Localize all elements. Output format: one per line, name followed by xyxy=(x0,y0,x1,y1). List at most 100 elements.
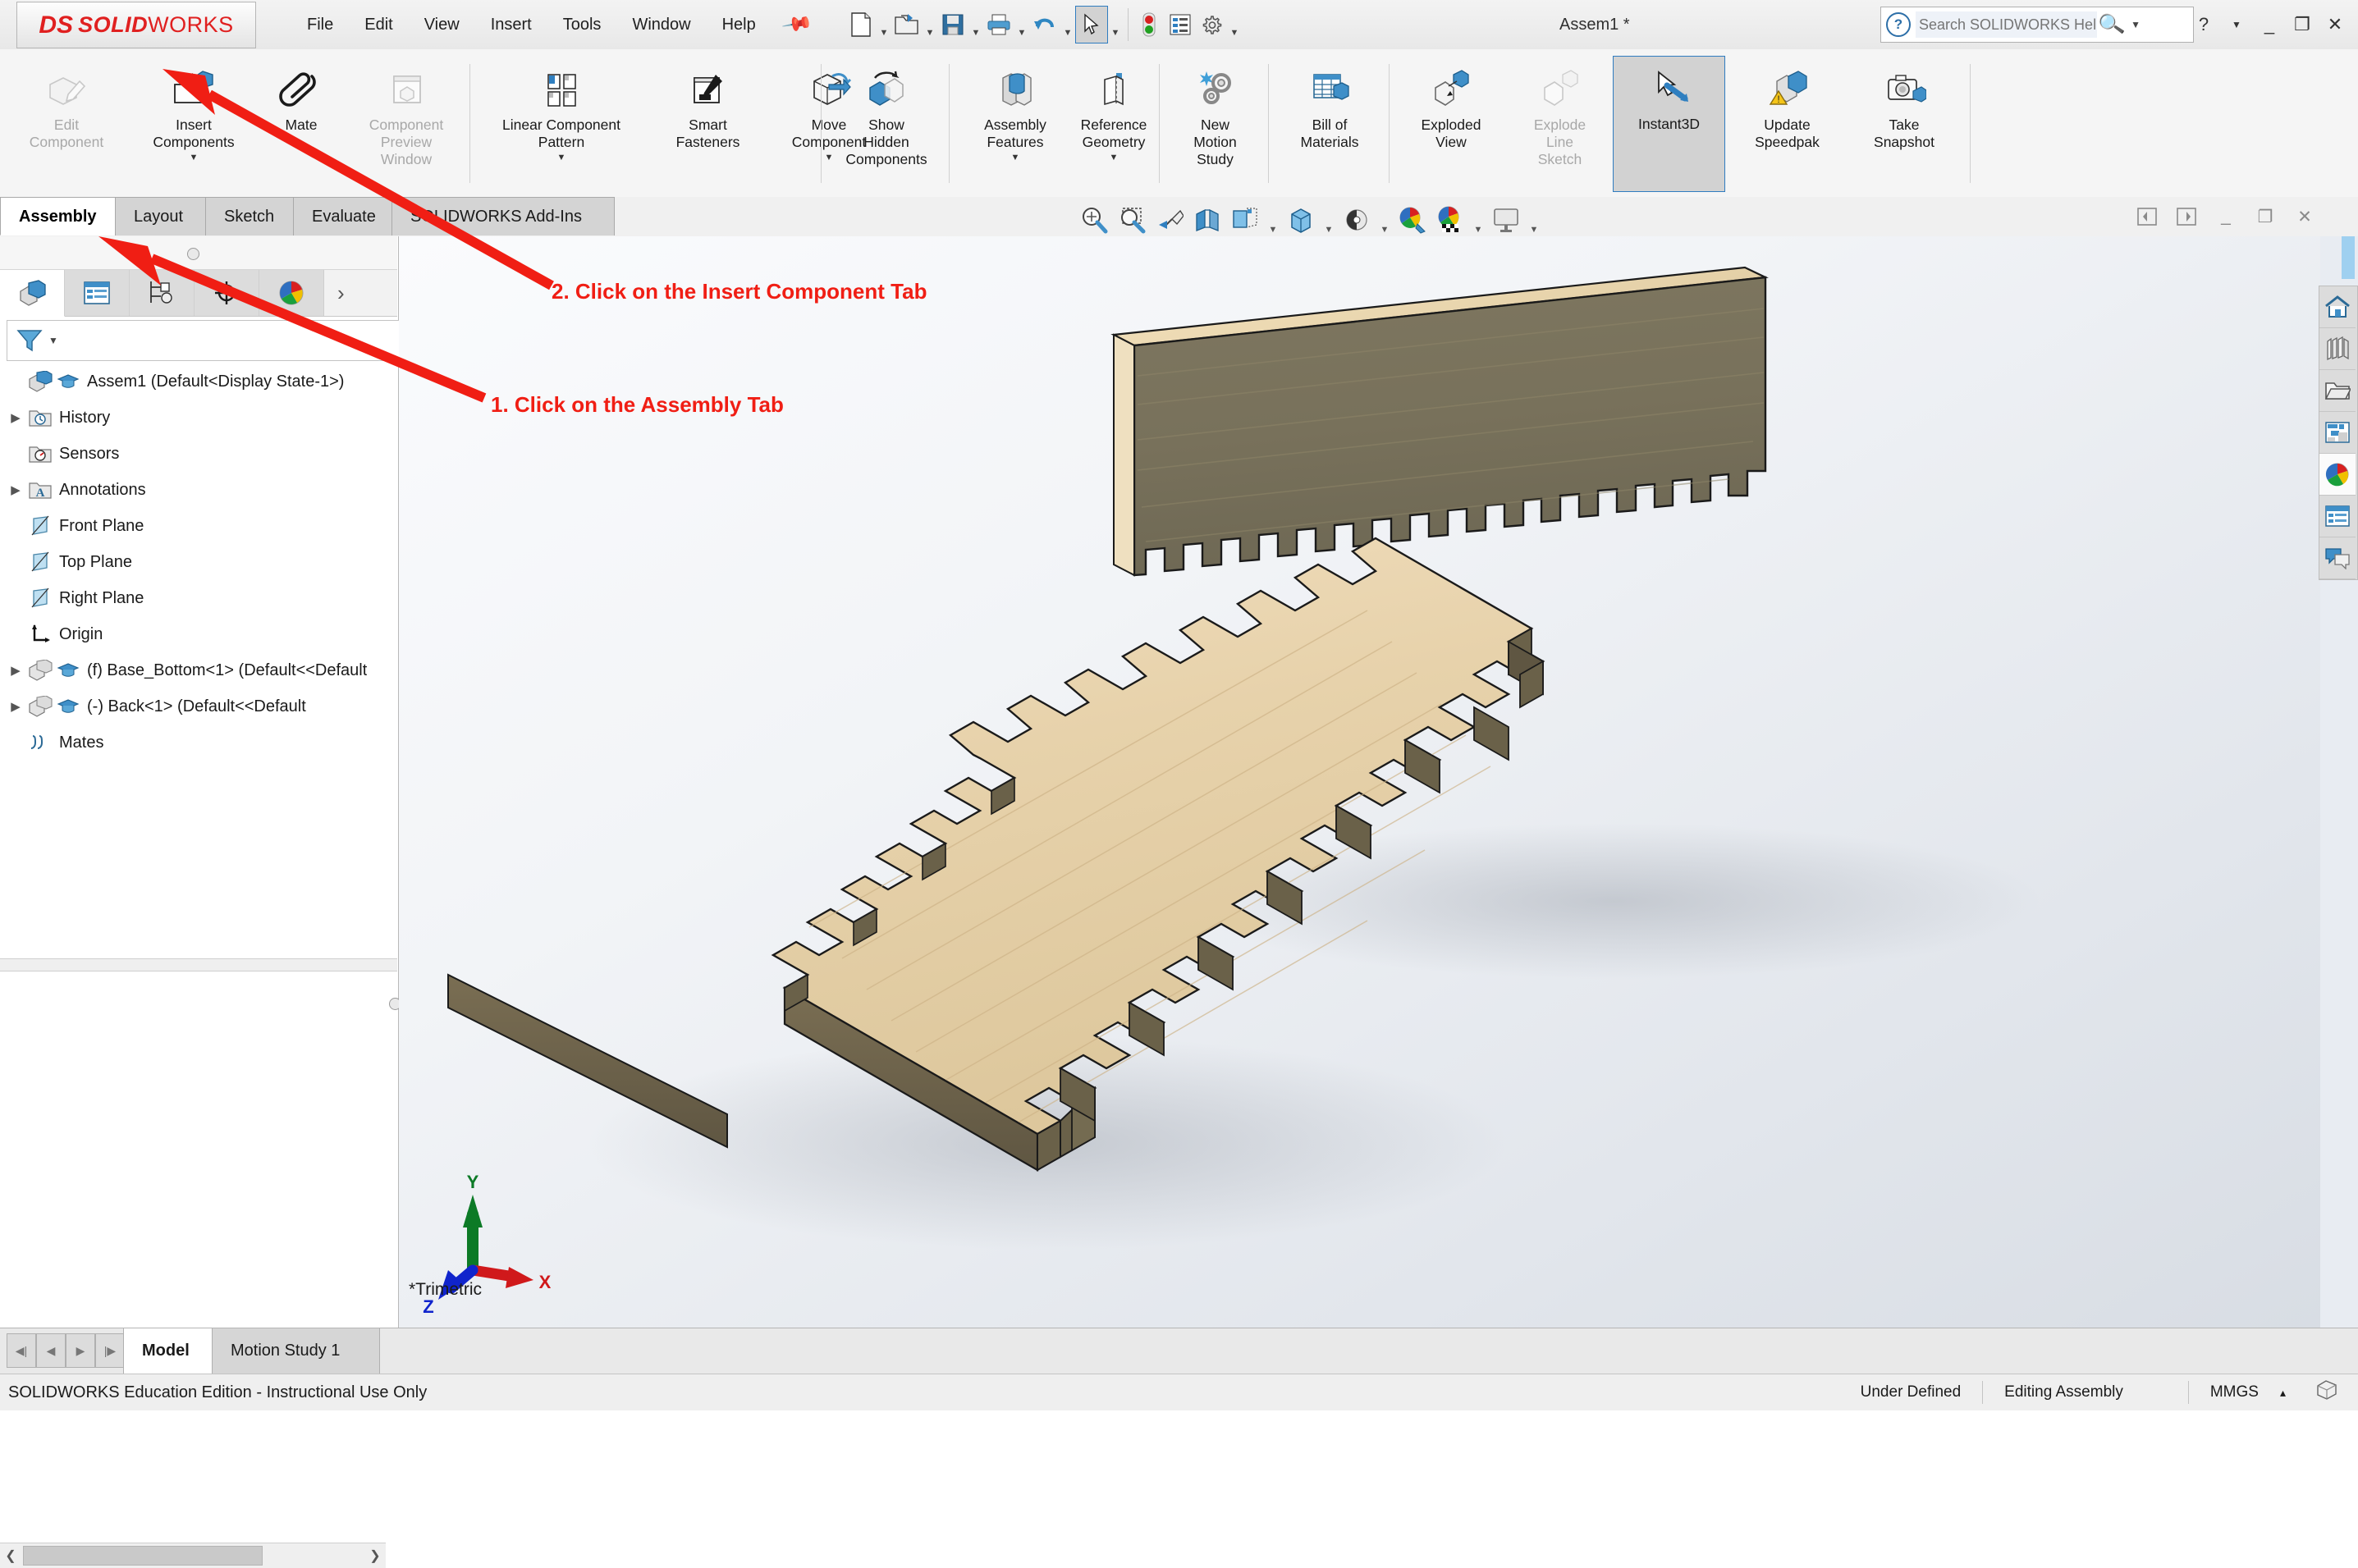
tree-filter-bar[interactable]: ▼ xyxy=(7,320,401,361)
previous-view-icon[interactable] xyxy=(1151,199,1188,241)
insert-components-caret-icon[interactable]: ▼ xyxy=(190,153,199,162)
print-caret-icon[interactable]: ▼ xyxy=(1014,2,1029,48)
update-speedpak-button[interactable]: ! Update Speedpak xyxy=(1728,57,1847,189)
property-manager-tab[interactable] xyxy=(65,270,130,316)
select-caret-icon[interactable]: ▼ xyxy=(1108,2,1123,48)
hide-show-items-caret-icon[interactable]: ▼ xyxy=(1376,192,1394,248)
tree-arrow[interactable]: ▶ xyxy=(5,699,26,714)
save-caret-icon[interactable]: ▼ xyxy=(968,2,983,48)
mate-button[interactable]: Mate xyxy=(258,57,345,189)
open-document-caret-icon[interactable]: ▼ xyxy=(923,2,937,48)
tree-item-back[interactable]: ▶ (-) Back<1> (Default<<Default xyxy=(0,688,397,725)
tree-item-sensors[interactable]: ▶ Sensors xyxy=(0,436,397,472)
select-icon[interactable] xyxy=(1075,6,1108,43)
tree-item-front-plane[interactable]: ▶ Front Plane xyxy=(0,508,397,544)
hide-show-items-icon[interactable] xyxy=(1338,199,1376,241)
linear-component-pattern-caret-icon[interactable]: ▼ xyxy=(557,153,566,162)
task-pane-scroll-indicator[interactable] xyxy=(2342,236,2355,279)
pane-left-icon[interactable] xyxy=(2131,200,2163,233)
tree-item-mates[interactable]: ▶ Mates xyxy=(0,725,397,761)
section-view-icon[interactable] xyxy=(1188,199,1226,241)
tree-item-top-plane[interactable]: ▶ Top Plane xyxy=(0,544,397,580)
close-icon[interactable]: ✕ xyxy=(2320,7,2350,42)
pane-right-icon[interactable] xyxy=(2171,200,2202,233)
minimize-icon[interactable]: _ xyxy=(2210,200,2241,233)
menu-view[interactable]: View xyxy=(409,0,475,49)
custom-properties-icon[interactable] xyxy=(2319,496,2356,537)
view-orientation-caret-icon[interactable]: ▼ xyxy=(1264,192,1282,248)
new-document-icon[interactable] xyxy=(845,7,877,43)
exploded-view-button[interactable]: Exploded View xyxy=(1394,57,1509,189)
reference-geometry-caret-icon[interactable]: ▼ xyxy=(1110,153,1119,162)
filter-caret-icon[interactable]: ▼ xyxy=(48,335,58,346)
scroll-left-icon[interactable]: ❮ xyxy=(0,1547,21,1564)
zoom-to-area-icon[interactable] xyxy=(1113,199,1151,241)
tree-item-assem1[interactable]: ▶ Assem1 (Default<Display State-1>) xyxy=(0,363,397,400)
bottom-tab-motion-study[interactable]: Motion Study 1 xyxy=(212,1328,380,1374)
undo-icon[interactable] xyxy=(1029,7,1060,43)
solidworks-forum-icon[interactable] xyxy=(2319,537,2356,579)
view-palette-icon[interactable] xyxy=(2319,412,2356,454)
search-input[interactable] xyxy=(1916,11,2097,38)
save-icon[interactable] xyxy=(937,7,968,43)
zoom-to-fit-icon[interactable] xyxy=(1075,199,1113,241)
display-manager-tab[interactable] xyxy=(259,270,324,316)
tree-arrow[interactable]: ▶ xyxy=(5,663,26,678)
tree-item-right-plane[interactable]: ▶ Right Plane xyxy=(0,580,397,616)
bill-of-materials-button[interactable]: Bill of Materials xyxy=(1272,57,1387,189)
apply-scene-icon[interactable] xyxy=(1431,199,1469,241)
instant3d-button[interactable]: Instant3D xyxy=(1613,56,1725,192)
expand-manager-tabs-icon[interactable]: › xyxy=(324,270,397,316)
print-icon[interactable] xyxy=(983,7,1014,43)
scrollbar-track[interactable] xyxy=(264,1547,364,1565)
first-icon[interactable]: ◀| xyxy=(7,1333,36,1368)
take-snapshot-button[interactable]: Take Snapshot xyxy=(1847,57,1962,189)
restore-icon[interactable]: ❐ xyxy=(2250,200,2281,233)
display-style-icon[interactable] xyxy=(1282,199,1320,241)
reference-geometry-button[interactable]: Reference Geometry ▼ xyxy=(1052,57,1175,189)
view-settings-caret-icon[interactable]: ▼ xyxy=(1525,192,1543,248)
component-preview-window-button[interactable]: Component Preview Window xyxy=(345,57,468,189)
scroll-right-icon[interactable]: ❯ xyxy=(364,1547,386,1564)
rebuild-status-icon[interactable] xyxy=(1133,7,1165,43)
edit-component-button[interactable]: Edit Component xyxy=(5,57,128,189)
menu-insert[interactable]: Insert xyxy=(475,0,547,49)
menu-window[interactable]: Window xyxy=(616,0,706,49)
close-icon[interactable]: ✕ xyxy=(2289,200,2320,233)
configuration-manager-tab[interactable] xyxy=(130,270,195,316)
splitter-dot-icon[interactable] xyxy=(187,248,199,260)
insert-components-button[interactable]: Insert Components ▼ xyxy=(130,57,258,189)
scrollbar-thumb[interactable] xyxy=(23,1546,263,1566)
linear-component-pattern-button[interactable]: Linear Component Pattern ▼ xyxy=(474,57,648,189)
restore-icon[interactable]: ❐ xyxy=(2287,7,2317,42)
menu-tools[interactable]: Tools xyxy=(547,0,617,49)
smart-fasteners-button[interactable]: Smart Fasteners xyxy=(648,57,767,189)
display-style-caret-icon[interactable]: ▼ xyxy=(1320,192,1338,248)
show-hidden-components-button[interactable]: Show Hidden Components xyxy=(825,57,948,189)
units-box-icon[interactable] xyxy=(2307,1378,2351,1408)
explode-line-sketch-button[interactable]: Explode Line Sketch xyxy=(1509,57,1611,189)
search-icon[interactable]: 🔍 xyxy=(2097,11,2127,39)
settings-gear-icon[interactable] xyxy=(1196,7,1227,43)
panel-splitter[interactable] xyxy=(0,236,397,270)
view-settings-icon[interactable] xyxy=(1487,199,1525,241)
tree-horizontal-scrollbar[interactable]: ❮ ❯ xyxy=(0,1543,386,1568)
tree-item-history[interactable]: ▶ History xyxy=(0,400,397,436)
edit-appearance-icon[interactable] xyxy=(1394,199,1431,241)
tree-pane-splitter[interactable] xyxy=(0,958,397,971)
feature-manager-tab[interactable] xyxy=(0,270,65,317)
help-caret-icon[interactable]: ▼ xyxy=(2222,7,2251,42)
previous-icon[interactable]: ◀ xyxy=(36,1333,66,1368)
tab-layout[interactable]: Layout xyxy=(115,197,208,235)
solidworks-logo[interactable]: DS SOLIDWORKS xyxy=(16,2,256,48)
options-list-icon[interactable] xyxy=(1165,7,1196,43)
dimxpert-manager-tab[interactable] xyxy=(195,270,259,316)
design-library-icon[interactable] xyxy=(2319,328,2356,370)
next-icon[interactable]: ▶ xyxy=(66,1333,95,1368)
tree-arrow[interactable]: ▶ xyxy=(5,410,26,425)
tab-assembly[interactable]: Assembly xyxy=(0,197,117,235)
assembly-features-caret-icon[interactable]: ▼ xyxy=(1011,153,1020,162)
tab-solidworks-addins[interactable]: SOLIDWORKS Add-Ins xyxy=(391,197,615,235)
bottom-tab-model[interactable]: Model xyxy=(123,1328,213,1374)
pin-icon[interactable]: 📌 xyxy=(772,0,821,52)
